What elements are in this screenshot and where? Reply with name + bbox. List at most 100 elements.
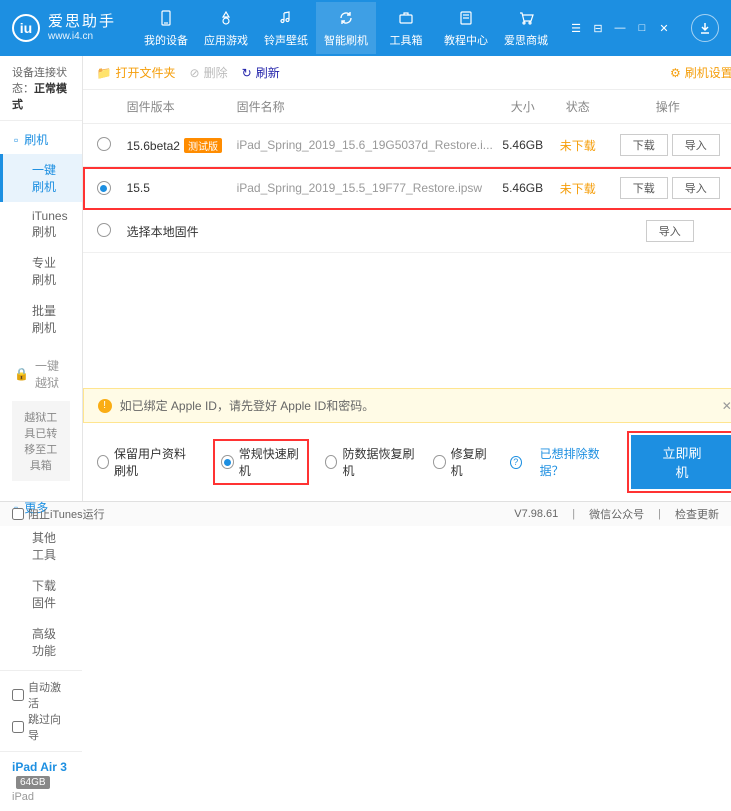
import-button[interactable]: 导入 xyxy=(646,220,694,242)
row-radio[interactable] xyxy=(97,137,111,151)
sidebar-item-itunes-flash[interactable]: iTunes刷机 xyxy=(0,202,82,247)
delete-icon: ⊘ xyxy=(190,66,200,80)
option-radio[interactable] xyxy=(97,455,109,469)
skip-guide-checkbox[interactable]: 跳过向导 xyxy=(12,711,62,743)
exclude-data-link[interactable]: 已想排除数据？ xyxy=(540,445,614,479)
nav-flash[interactable]: 智能刷机 xyxy=(316,2,376,54)
th-version: 固件版本 xyxy=(127,98,237,115)
device-name: iPad Air 3 xyxy=(12,760,67,774)
jailbreak-moved-notice[interactable]: 越狱工具已转移至工具箱 xyxy=(12,401,70,481)
wechat-link[interactable]: 微信公众号 xyxy=(589,506,644,522)
option-repair[interactable]: 修复刷机 xyxy=(433,445,492,479)
download-button[interactable]: 下载 xyxy=(620,177,668,199)
block-itunes-checkbox[interactable]: 阻止iTunes运行 xyxy=(12,506,105,522)
music-icon xyxy=(276,8,296,28)
th-name: 固件名称 xyxy=(237,98,493,115)
firmware-size: 5.46GB xyxy=(493,181,553,195)
apps-icon xyxy=(216,8,236,28)
app-url: www.i4.cn xyxy=(48,31,116,42)
app-logo: iu 爱思助手 www.i4.cn xyxy=(12,14,116,42)
firmware-status: 未下载 xyxy=(553,137,603,154)
open-folder-button[interactable]: 📁打开文件夹 xyxy=(97,64,176,81)
main-nav: 我的设备 应用游戏 铃声壁纸 智能刷机 工具箱 教程中心 爱思商城 xyxy=(136,2,556,54)
minimize-button[interactable]: — xyxy=(613,21,627,35)
flash-now-button[interactable]: 立即刷机 xyxy=(631,435,731,489)
sidebar-group-flash[interactable]: ▫刷机 xyxy=(0,125,82,154)
option-radio[interactable] xyxy=(221,455,233,469)
flash-options: 保留用户资料刷机 常规快速刷机 防数据恢复刷机 修复刷机 ? 已想排除数据？ 立… xyxy=(83,423,731,501)
warning-icon: ! xyxy=(98,399,112,413)
sidebar-item-other-tools[interactable]: 其他工具 xyxy=(0,522,82,570)
firmware-status: 未下载 xyxy=(553,180,603,197)
nav-toolbox[interactable]: 工具箱 xyxy=(376,2,436,54)
sidebar-item-advanced[interactable]: 高级功能 xyxy=(0,618,82,666)
device-storage-badge: 64GB xyxy=(16,776,50,789)
delete-button[interactable]: ⊘删除 xyxy=(190,64,228,81)
refresh-icon: ↻ xyxy=(242,66,252,80)
check-update-link[interactable]: 检查更新 xyxy=(675,506,719,522)
device-info[interactable]: iPad Air 3 64GB iPad xyxy=(0,751,82,811)
status-bar: 阻止iTunes运行 V7.98.61 | 微信公众号 | 检查更新 xyxy=(0,501,731,526)
beta-badge: 测试版 xyxy=(184,138,222,153)
nav-tutorials[interactable]: 教程中心 xyxy=(436,2,496,54)
download-circle-button[interactable] xyxy=(691,14,719,42)
option-anti-recovery[interactable]: 防数据恢复刷机 xyxy=(325,445,415,479)
help-icon[interactable]: ? xyxy=(510,456,522,469)
sidebar-item-batch-flash[interactable]: 批量刷机 xyxy=(0,295,82,343)
toolbar: 📁打开文件夹 ⊘删除 ↻刷新 ⚙刷机设置 xyxy=(83,56,731,90)
import-button[interactable]: 导入 xyxy=(672,177,720,199)
th-ops: 操作 xyxy=(603,98,731,115)
gear-icon: ⚙ xyxy=(670,66,681,80)
lock-icon[interactable]: ⊟ xyxy=(591,21,605,35)
nav-store[interactable]: 爱思商城 xyxy=(496,2,556,54)
alert-close-button[interactable]: ✕ xyxy=(722,399,731,413)
auto-activate-checkbox[interactable]: 自动激活 xyxy=(12,679,62,711)
table-header: 固件版本 固件名称 大小 状态 操作 xyxy=(83,90,731,124)
firmware-name: iPad_Spring_2019_15.5_19F77_Restore.ipsw xyxy=(237,181,493,195)
sidebar-item-oneclick-flash[interactable]: 一键刷机 xyxy=(0,154,82,202)
import-button[interactable]: 导入 xyxy=(672,134,720,156)
nav-ringtones[interactable]: 铃声壁纸 xyxy=(256,2,316,54)
option-keep-data[interactable]: 保留用户资料刷机 xyxy=(97,445,198,479)
refresh-button[interactable]: ↻刷新 xyxy=(242,64,280,81)
phone-icon: ▫ xyxy=(14,133,18,147)
row-radio[interactable] xyxy=(97,181,111,195)
firmware-size: 5.46GB xyxy=(493,138,553,152)
th-status: 状态 xyxy=(553,98,603,115)
table-row-local[interactable]: 选择本地固件 导入 xyxy=(83,210,731,253)
maximize-button[interactable]: □ xyxy=(635,21,649,35)
table-row[interactable]: 15.5 iPad_Spring_2019_15.5_19F77_Restore… xyxy=(83,167,731,210)
th-size: 大小 xyxy=(493,98,553,115)
nav-my-device[interactable]: 我的设备 xyxy=(136,2,196,54)
sidebar-item-pro-flash[interactable]: 专业刷机 xyxy=(0,247,82,295)
lock-icon: 🔒 xyxy=(14,367,29,381)
option-radio[interactable] xyxy=(325,455,337,469)
connection-status: 设备连接状态：正常模式 xyxy=(0,56,82,121)
refresh-icon xyxy=(336,8,356,28)
toolbox-icon xyxy=(396,8,416,28)
app-name: 爱思助手 xyxy=(48,14,116,31)
content-area: 📁打开文件夹 ⊘删除 ↻刷新 ⚙刷机设置 固件版本 固件名称 大小 状态 操作 … xyxy=(83,56,731,501)
sidebar-group-jailbreak[interactable]: 🔒一键越狱 xyxy=(0,351,82,397)
table-row[interactable]: 15.6beta2测试版 iPad_Spring_2019_15.6_19G50… xyxy=(83,124,731,167)
version-label: V7.98.61 xyxy=(514,508,558,520)
folder-icon: 📁 xyxy=(97,66,112,80)
book-icon xyxy=(456,8,476,28)
title-bar: iu 爱思助手 www.i4.cn 我的设备 应用游戏 铃声壁纸 智能刷机 工具… xyxy=(0,0,731,56)
option-radio[interactable] xyxy=(433,455,445,469)
download-button[interactable]: 下载 xyxy=(620,134,668,156)
sidebar-item-download-firmware[interactable]: 下载固件 xyxy=(0,570,82,618)
device-model: iPad xyxy=(12,791,70,803)
cart-icon xyxy=(516,8,536,28)
option-normal-fast[interactable]: 常规快速刷机 xyxy=(215,441,307,483)
flash-settings-button[interactable]: ⚙刷机设置 xyxy=(670,64,731,81)
firmware-name: iPad_Spring_2019_15.6_19G5037d_Restore.i… xyxy=(237,138,493,152)
appleid-warning: ! 如已绑定 Apple ID，请先登好 Apple ID和密码。 ✕ xyxy=(83,388,731,423)
window-controls: ☰ ⊟ — □ ✕ xyxy=(569,14,719,42)
sidebar: 设备连接状态：正常模式 ▫刷机 一键刷机 iTunes刷机 专业刷机 批量刷机 … xyxy=(0,56,83,501)
menu-icon[interactable]: ☰ xyxy=(569,21,583,35)
phone-icon xyxy=(156,8,176,28)
row-radio[interactable] xyxy=(97,223,111,237)
close-button[interactable]: ✕ xyxy=(657,21,671,35)
nav-apps[interactable]: 应用游戏 xyxy=(196,2,256,54)
